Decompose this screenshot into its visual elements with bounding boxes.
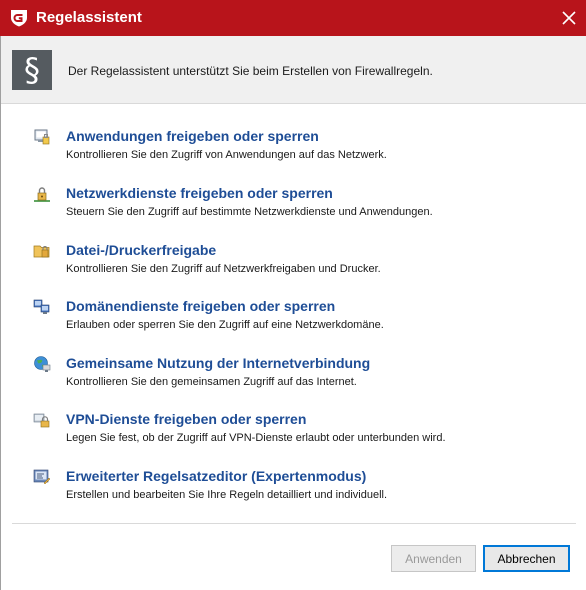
option-description: Erstellen und bearbeiten Sie Ihre Regeln… <box>66 489 388 501</box>
option-description: Steuern Sie den Zugriff auf bestimmte Ne… <box>66 206 433 218</box>
option-advanced-rule-editor[interactable]: Erweiterter Regelsatzeditor (Expertenmod… <box>1 466 561 510</box>
option-applications[interactable]: Anwendungen freigeben oder sperren Kontr… <box>1 126 561 170</box>
option-description: Kontrollieren Sie den gemeinsamen Zugrif… <box>66 376 357 388</box>
option-title[interactable]: VPN-Dienste freigeben oder sperren <box>66 411 306 428</box>
window-title: Regelassistent <box>36 9 142 26</box>
globe-computer-icon <box>34 356 51 372</box>
option-title[interactable]: Netzwerkdienste freigeben oder sperren <box>66 185 333 202</box>
banner-text: Der Regelassistent unterstützt Sie beim … <box>68 64 433 78</box>
footer-separator <box>12 523 576 524</box>
option-title[interactable]: Datei-/Druckerfreigabe <box>66 242 216 259</box>
application-monitor-icon <box>34 129 50 145</box>
option-domain-services[interactable]: Domänendienste freigeben oder sperren Er… <box>1 296 561 340</box>
close-icon <box>562 11 576 25</box>
option-description: Erlauben oder sperren Sie den Zugriff au… <box>66 319 384 331</box>
option-internet-sharing[interactable]: Gemeinsame Nutzung der Internetverbindun… <box>1 353 561 397</box>
cancel-button[interactable]: Abbrechen <box>483 545 570 572</box>
option-title[interactable]: Domänendienste freigeben oder sperren <box>66 298 335 315</box>
vpn-lock-icon <box>33 413 50 428</box>
option-title[interactable]: Gemeinsame Nutzung der Internetverbindun… <box>66 355 370 372</box>
title-bar[interactable]: Regelassistent <box>0 0 586 36</box>
option-network-services[interactable]: Netzwerkdienste freigeben oder sperren S… <box>1 183 561 227</box>
option-description: Kontrollieren Sie den Zugriff auf Netzwe… <box>66 263 381 275</box>
rule-assistant-dialog: Regelassistent § Der Regelassistent unte… <box>0 0 586 590</box>
folder-share-icon <box>33 245 50 258</box>
option-description: Legen Sie fest, ob der Zugriff auf VPN-D… <box>66 432 446 444</box>
option-vpn-services[interactable]: VPN-Dienste freigeben oder sperren Legen… <box>1 409 561 453</box>
rule-editor-icon <box>33 469 51 485</box>
info-banner: § Der Regelassistent unterstützt Sie bei… <box>1 36 586 104</box>
gdata-shield-logo-icon <box>11 10 27 27</box>
domain-computers-icon <box>33 299 50 314</box>
option-title[interactable]: Erweiterter Regelsatzeditor (Expertenmod… <box>66 468 366 485</box>
option-title[interactable]: Anwendungen freigeben oder sperren <box>66 128 319 145</box>
close-button[interactable] <box>552 0 586 36</box>
option-file-printer-sharing[interactable]: Datei-/Druckerfreigabe Kontrollieren Sie… <box>1 240 561 284</box>
paragraph-icon: § <box>12 50 52 90</box>
option-description: Kontrollieren Sie den Zugriff von Anwend… <box>66 149 387 161</box>
apply-button[interactable]: Anwenden <box>391 545 476 572</box>
network-lock-icon <box>34 187 50 202</box>
